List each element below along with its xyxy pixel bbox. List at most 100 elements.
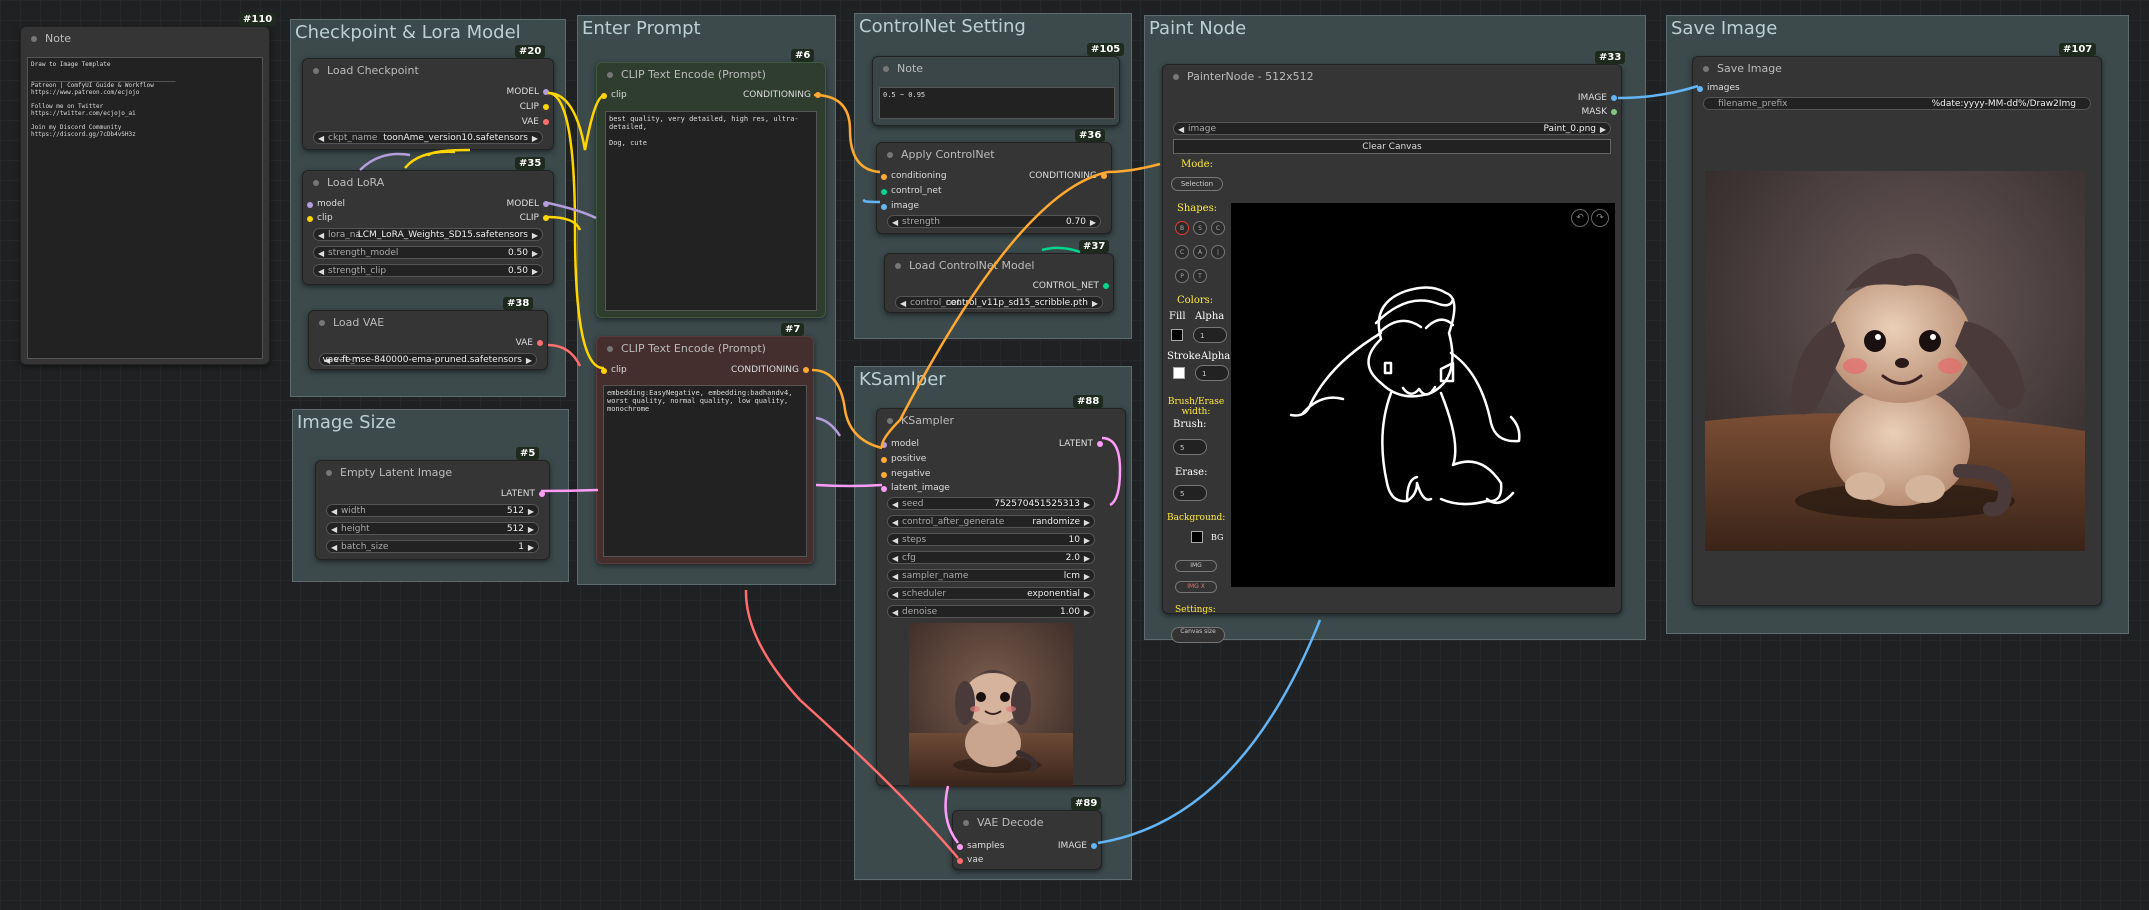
output-image[interactable]: IMAGE [1058,841,1097,851]
sampler-name-combo[interactable]: ◀ sampler_name lcm ▶ [887,569,1095,582]
curve-shape-button[interactable]: C [1175,245,1189,259]
control-after-generate-combo[interactable]: ◀ control_after_generate randomize ▶ [887,515,1095,528]
input-latent-image[interactable]: latent_image [881,483,950,493]
note-textarea[interactable]: Draw to Image Template _________________… [27,57,263,359]
painter-node[interactable]: #33 PainterNode - 512x512 IMAGE MASK ◀ im… [1162,51,1626,643]
fill-color-swatch[interactable] [1171,329,1183,341]
canvas-size-button[interactable]: Canvas size [1171,627,1225,643]
apply-controlnet-node[interactable]: #36 Apply ControlNet conditioning contro… [876,129,1112,234]
batch-size-slider[interactable]: ◀ batch_size 1 ▶ [326,540,539,553]
brush-shape-button[interactable]: B [1175,221,1189,235]
output-clip[interactable]: CLIP [520,213,549,223]
width-slider[interactable]: ◀ width 512 ▶ [326,504,539,517]
steps-slider[interactable]: ◀ steps 10 ▶ [887,533,1095,546]
lora-name-combo[interactable]: ◀ lora_na LCM_LoRA_Weights_SD15.safetensor… [313,228,543,241]
clear-canvas-button[interactable]: Clear Canvas [1173,139,1611,154]
output-latent[interactable]: LATENT [501,489,545,499]
circle-shape-button[interactable]: C [1211,221,1225,235]
background-color-swatch[interactable] [1191,531,1203,543]
img-remove-button[interactable]: IMG X [1175,581,1217,593]
arrow-shape-button[interactable]: A [1193,245,1207,259]
mode-label: Mode: [1181,159,1213,170]
note-node-110[interactable]: #110 Note Draw to Image Template _______… [20,13,277,365]
note-textarea[interactable]: 0.5 ~ 0.95 [879,87,1115,119]
output-conditioning[interactable]: CONDITIONING [731,365,809,375]
left-arrow-icon: ◀ [892,536,899,545]
stroke-color-swatch[interactable] [1173,367,1185,379]
empty-latent-node[interactable]: #5 Empty Latent Image LATENT ◀ width 512 ▶ … [315,447,550,560]
input-model[interactable]: model [881,439,919,449]
right-arrow-icon: ▶ [1083,572,1090,581]
scheduler-combo[interactable]: ◀ scheduler exponential ▶ [887,587,1095,600]
output-mask[interactable]: MASK [1581,107,1617,117]
drawing-canvas[interactable]: ↶ ↷ [1231,203,1615,587]
input-control-net[interactable]: control_net [881,186,941,196]
image-combo[interactable]: ◀ image Paint_0.png ▶ [1173,122,1611,135]
latent-port-icon [881,486,887,492]
square-shape-button[interactable]: S [1193,221,1207,235]
positive-prompt-textarea[interactable]: best quality, very detailed, high res, u… [605,111,817,311]
output-image[interactable]: IMAGE [1578,93,1617,103]
cfg-slider[interactable]: ◀ cfg 2.0 ▶ [887,551,1095,564]
load-vae-node[interactable]: #38 Load VAE VAE ◀ vae_n vae-ft-mse-840000… [308,297,548,370]
input-image[interactable]: image [881,201,919,211]
input-model[interactable]: model [307,199,345,209]
input-positive[interactable]: positive [881,454,926,464]
filename-prefix-input[interactable]: filename_prefix %date:yyyy-MM-dd%/Draw2Im… [1703,97,2091,110]
output-conditioning[interactable]: CONDITIONING [1029,171,1107,181]
clip-positive-node[interactable]: #6 CLIP Text Encode (Prompt) clip CONDIT… [596,49,826,318]
input-negative[interactable]: negative [881,469,930,479]
erase-width-input[interactable]: 5 [1173,485,1207,501]
input-conditioning[interactable]: conditioning [881,171,947,181]
ksampler-node[interactable]: #88 KSampler model positive negative lat… [876,395,1126,787]
text-shape-button[interactable]: T [1193,269,1207,283]
clip-negative-node[interactable]: #7 CLIP Text Encode (Prompt) clip CONDIT… [596,323,814,564]
vae-decode-node[interactable]: #89 VAE Decode samples vae IMAGE [952,797,1102,870]
save-image-node[interactable]: #107 Save Image images filename_prefix %d… [1692,43,2102,606]
conditioning-port-icon [881,457,887,463]
strength-slider[interactable]: ◀ strength 0.70 ▶ [887,215,1101,228]
load-controlnet-node[interactable]: #37 Load ControlNet Model CONTROL_NET ◀ c… [884,240,1114,313]
load-checkpoint-node[interactable]: #20 Load Checkpoint MODEL CLIP VAE ◀ ckpt… [302,45,554,150]
input-images[interactable]: images [1697,83,1740,93]
output-conditioning[interactable]: CONDITIONING [743,90,821,100]
seed-input[interactable]: ◀ seed 752570451525313 ▶ [887,497,1095,510]
output-vae[interactable]: VAE [516,338,543,348]
input-samples[interactable]: samples [957,841,1004,851]
output-vae[interactable]: VAE [522,117,549,127]
height-slider[interactable]: ◀ height 512 ▶ [326,522,539,535]
fill-alpha-input[interactable]: 1 [1193,327,1227,343]
output-model[interactable]: MODEL [507,87,549,97]
node-badge: #37 [1079,240,1110,253]
denoise-slider[interactable]: ◀ denoise 1.00 ▶ [887,605,1095,618]
input-vae[interactable]: vae [957,855,983,865]
input-clip[interactable]: clip [307,213,333,223]
note-node-105[interactable]: #105 Note 0.5 ~ 0.95 [872,43,1125,126]
polygon-shape-button[interactable]: P [1175,269,1189,283]
selection-button[interactable]: Selection [1171,177,1223,191]
conditioning-port-icon [803,366,809,373]
input-clip[interactable]: clip [601,365,627,375]
stroke-alpha-input[interactable]: 1 [1195,365,1229,381]
output-model[interactable]: MODEL [507,199,549,209]
strength-model-slider[interactable]: ◀ strength_model 0.50 ▶ [313,246,543,259]
output-latent[interactable]: LATENT [1059,439,1103,449]
output-clip[interactable]: CLIP [520,102,549,112]
conditioning-port-icon [881,472,887,478]
output-control-net[interactable]: CONTROL_NET [1033,281,1109,291]
brush-width-input[interactable]: 5 [1173,439,1207,455]
img-button[interactable]: IMG [1175,560,1217,572]
node-badge: #110 [239,13,277,26]
line-shape-button[interactable]: | [1211,245,1225,259]
control-net-name-combo[interactable]: ◀ control_net control_v11p_sd15_scribble.p… [895,296,1103,309]
conditioning-port-icon [881,174,887,180]
load-lora-node[interactable]: #35 Load LoRA model clip MODEL CLIP ◀ lor… [302,157,554,285]
strength-clip-slider[interactable]: ◀ strength_clip 0.50 ▶ [313,264,543,277]
dog-sketch [1289,286,1521,506]
vae-name-combo[interactable]: ◀ vae_n vae-ft-mse-840000-ema-pruned.safet… [319,353,537,366]
ckpt-name-combo[interactable]: ◀ ckpt_name toonAme_version10.safetensors ▶ [313,131,543,144]
input-clip[interactable]: clip [601,90,627,100]
node-badge: #35 [515,157,546,170]
latent-port-icon [1097,440,1103,447]
negative-prompt-textarea[interactable]: embedding:EasyNegative, embedding:badhan… [603,385,807,557]
